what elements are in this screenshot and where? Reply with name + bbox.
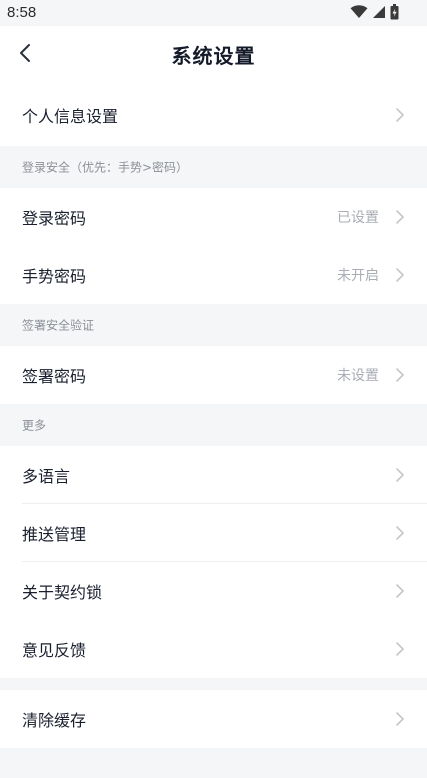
- login-password-status: 已设置: [337, 210, 379, 226]
- language-label: 多语言: [22, 467, 71, 486]
- chevron-right-icon: [396, 468, 404, 482]
- bottom-spacer: [0, 748, 427, 778]
- app-header: 系统设置: [0, 26, 427, 84]
- section-label: 登录安全（优先：手势>密码）: [22, 160, 189, 175]
- status-icons: [350, 4, 399, 20]
- language-row[interactable]: 多语言: [0, 446, 427, 504]
- chevron-right-icon: [396, 642, 404, 656]
- settings-list: 个人信息设置 登录安全（优先：手势>密码） 登录密码 已设置 手势密码 未开启 …: [0, 84, 427, 778]
- feedback-label: 意见反馈: [22, 641, 87, 660]
- gesture-password-label: 手势密码: [22, 267, 87, 286]
- push-management-row[interactable]: 推送管理: [0, 504, 427, 562]
- chevron-right-icon: [396, 108, 404, 122]
- section-header-more: 更多: [0, 404, 427, 446]
- status-time: 8:58: [7, 4, 37, 21]
- sign-password-status: 未设置: [337, 368, 379, 384]
- section-header-login-security: 登录安全（优先：手势>密码）: [0, 146, 427, 188]
- section-header-sign-verify: 签署安全验证: [0, 304, 427, 346]
- chevron-right-icon: [396, 368, 404, 382]
- clear-cache-label: 清除缓存: [22, 711, 87, 730]
- personal-info-label: 个人信息设置: [22, 107, 119, 126]
- personal-info-row[interactable]: 个人信息设置: [0, 84, 427, 146]
- chevron-right-icon: [396, 584, 404, 598]
- chevron-right-icon: [396, 526, 404, 540]
- chevron-right-icon: [396, 268, 404, 282]
- push-management-label: 推送管理: [22, 525, 87, 544]
- gesture-password-row[interactable]: 手势密码 未开启: [0, 246, 427, 304]
- login-password-row[interactable]: 登录密码 已设置: [0, 188, 427, 246]
- about-label: 关于契约锁: [22, 583, 103, 602]
- status-bar: 8:58: [0, 0, 427, 26]
- section-label: 更多: [22, 418, 47, 433]
- page-title: 系统设置: [171, 44, 256, 68]
- chevron-right-icon: [396, 712, 404, 726]
- gesture-password-status: 未开启: [337, 268, 379, 284]
- sign-password-label: 签署密码: [22, 367, 87, 386]
- section-label: 签署安全验证: [22, 318, 95, 333]
- login-password-label: 登录密码: [22, 209, 87, 228]
- battery-icon: [390, 4, 399, 20]
- about-row[interactable]: 关于契约锁: [0, 562, 427, 620]
- section-gap: [0, 678, 427, 690]
- sign-password-row[interactable]: 签署密码 未设置: [0, 346, 427, 404]
- signal-icon: [373, 6, 385, 18]
- chevron-right-icon: [396, 210, 404, 224]
- clear-cache-row[interactable]: 清除缓存: [0, 690, 427, 748]
- wifi-icon: [350, 5, 368, 18]
- feedback-row[interactable]: 意见反馈: [0, 620, 427, 678]
